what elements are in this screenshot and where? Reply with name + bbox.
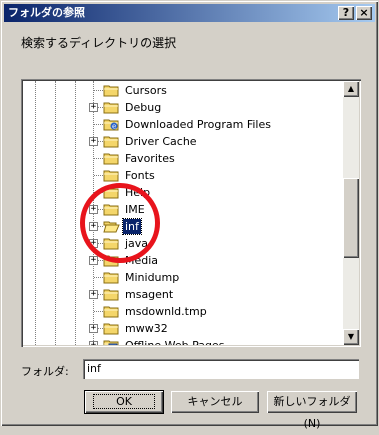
tree-item-inf[interactable]: + inf [23,218,343,235]
tree-item-label: Minidump [125,271,180,284]
tree-item-label: Debug [125,101,162,114]
tree-item-label: Downloaded Program Files [125,118,271,131]
tree-item-minidump[interactable]: Minidump [23,269,343,286]
offline-folder-icon [103,339,120,345]
scroll-up-button[interactable]: ▲ [343,81,359,97]
folder-icon [103,84,120,97]
folder-icon [103,135,120,148]
cancel-button[interactable]: キャンセル [171,391,259,413]
tree-connector [94,175,103,176]
folder-tree-view[interactable]: Cursors + Debug e Downloaded Program Files + D… [21,79,361,347]
ie-folder-icon: e [103,118,120,131]
tree-item-media[interactable]: + Media [23,252,343,269]
tree-item-mww32[interactable]: + mww32 [23,320,343,337]
folder-field-label: フォルダ: [21,365,69,378]
expand-icon[interactable]: + [89,103,98,112]
tree-item-msagent[interactable]: + msagent [23,286,343,303]
title-bar: フォルダの参照 ? × [4,4,375,22]
expand-icon[interactable]: + [89,341,98,345]
tree-item-offline-web-pages[interactable]: + Offline Web Pages [23,337,343,345]
svg-text:e: e [112,123,116,131]
tree-item-downloaded-program-files[interactable]: e Downloaded Program Files [23,116,343,133]
tree-item-java[interactable]: + java [23,235,343,252]
tree-connector [94,311,103,312]
expand-icon[interactable]: + [89,137,98,146]
ok-button[interactable]: OK [84,390,164,414]
folder-tree[interactable]: Cursors + Debug e Downloaded Program Files + D… [23,81,343,345]
tree-item-help[interactable]: Help [23,184,343,201]
tree-item-label: Cursors [125,84,167,97]
tree-item-label: msagent [125,288,174,301]
folder-icon [103,101,120,114]
tree-item-debug[interactable]: + Debug [23,99,343,116]
tree-item-ime[interactable]: + IME [23,201,343,218]
tree-item-favorites[interactable]: Favorites [23,150,343,167]
tree-item-label: Driver Cache [125,135,197,148]
scroll-down-button[interactable]: ▼ [343,329,359,345]
expand-icon[interactable]: + [89,324,98,333]
help-button[interactable]: ? [338,6,354,20]
tree-connector [94,90,103,91]
tree-item-label: Fonts [125,169,155,182]
folder-icon [103,152,120,165]
tree-connector [94,124,103,125]
tree-item-fonts[interactable]: Fonts [23,167,343,184]
instruction-text: 検索するディレクトリの選択 [21,36,177,50]
scroll-thumb[interactable] [343,178,359,258]
folder-icon [103,271,120,284]
red-circle-annotation [80,183,160,263]
tree-item-label: msdownld.tmp [125,305,207,318]
expand-icon[interactable]: + [89,256,98,265]
folder-name-input[interactable]: inf [83,359,359,379]
tree-item-cursors[interactable]: Cursors [23,82,343,99]
tree-item-label: mww32 [125,322,168,335]
expand-icon[interactable]: + [89,290,98,299]
folder-icon [103,288,120,301]
folder-icon [103,169,120,182]
ok-button-label: OK [93,394,155,409]
close-button[interactable]: × [356,6,372,20]
folder-icon [103,305,120,318]
vertical-scrollbar[interactable]: ▲ ▼ [343,81,359,345]
tree-item-label: Favorites [125,152,175,165]
tree-connector [94,277,103,278]
folder-icon [103,322,120,335]
tree-item-driver-cache[interactable]: + Driver Cache [23,133,343,150]
dialog-title: フォルダの参照 [8,6,85,19]
tree-item-label: Offline Web Pages [123,338,226,345]
tree-item-msdownld-tmp[interactable]: msdownld.tmp [23,303,343,320]
browse-folder-dialog: フォルダの参照 ? × 検索するディレクトリの選択 Cursors + Debug e… [0,0,379,430]
new-folder-button[interactable]: 新しいフォルダ(N) [267,391,357,430]
tree-connector [94,158,103,159]
